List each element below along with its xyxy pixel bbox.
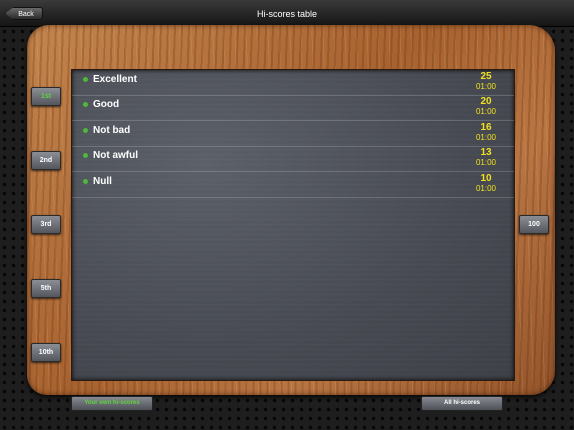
score-label: Excellent	[93, 74, 137, 85]
bullet-icon	[83, 128, 88, 133]
score-row: Good 20 01:00	[72, 95, 514, 121]
chalkboard-slate: Excellent 25 01:00 Good 20 01:00 Not bad…	[71, 69, 515, 381]
score-row: Not bad 16 01:00	[72, 121, 514, 147]
bullet-icon	[83, 153, 88, 158]
top-100-button[interactable]: 100	[519, 215, 549, 234]
score-value: 20	[480, 96, 492, 107]
page-title: Hi-scores table	[256, 9, 318, 19]
rank-2nd-button[interactable]: 2nd	[31, 151, 61, 170]
score-row: Excellent 25 01:00	[72, 70, 514, 96]
bullet-icon	[83, 179, 88, 184]
score-value: 13	[480, 147, 492, 158]
rank-1st-button[interactable]: 1st	[31, 87, 61, 106]
score-time: 01:00	[475, 184, 497, 193]
score-value: 25	[480, 71, 492, 82]
score-label: Null	[93, 176, 112, 187]
score-time: 01:00	[475, 133, 497, 142]
all-hiscores-button[interactable]: All hi-scores	[421, 396, 503, 411]
score-time: 01:00	[475, 107, 497, 116]
score-value: 10	[480, 173, 492, 184]
top-bar: Back Hi-scores table	[0, 0, 574, 27]
score-row: Not awful 13 01:00	[72, 146, 514, 172]
rank-5th-button[interactable]: 5th	[31, 279, 61, 298]
rank-10th-button[interactable]: 10th	[31, 343, 61, 362]
score-time: 01:00	[475, 82, 497, 91]
score-row: Null 10 01:00	[72, 172, 514, 198]
bullet-icon	[83, 102, 88, 107]
score-time: 01:00	[475, 158, 497, 167]
score-value: 16	[480, 122, 492, 133]
bullet-icon	[83, 77, 88, 82]
rank-3rd-button[interactable]: 3rd	[31, 215, 61, 234]
score-label: Not bad	[93, 125, 131, 136]
score-label: Not awful	[93, 150, 138, 161]
own-hiscores-button[interactable]: Your own hi-scores	[71, 396, 153, 411]
score-label: Good	[93, 99, 120, 110]
